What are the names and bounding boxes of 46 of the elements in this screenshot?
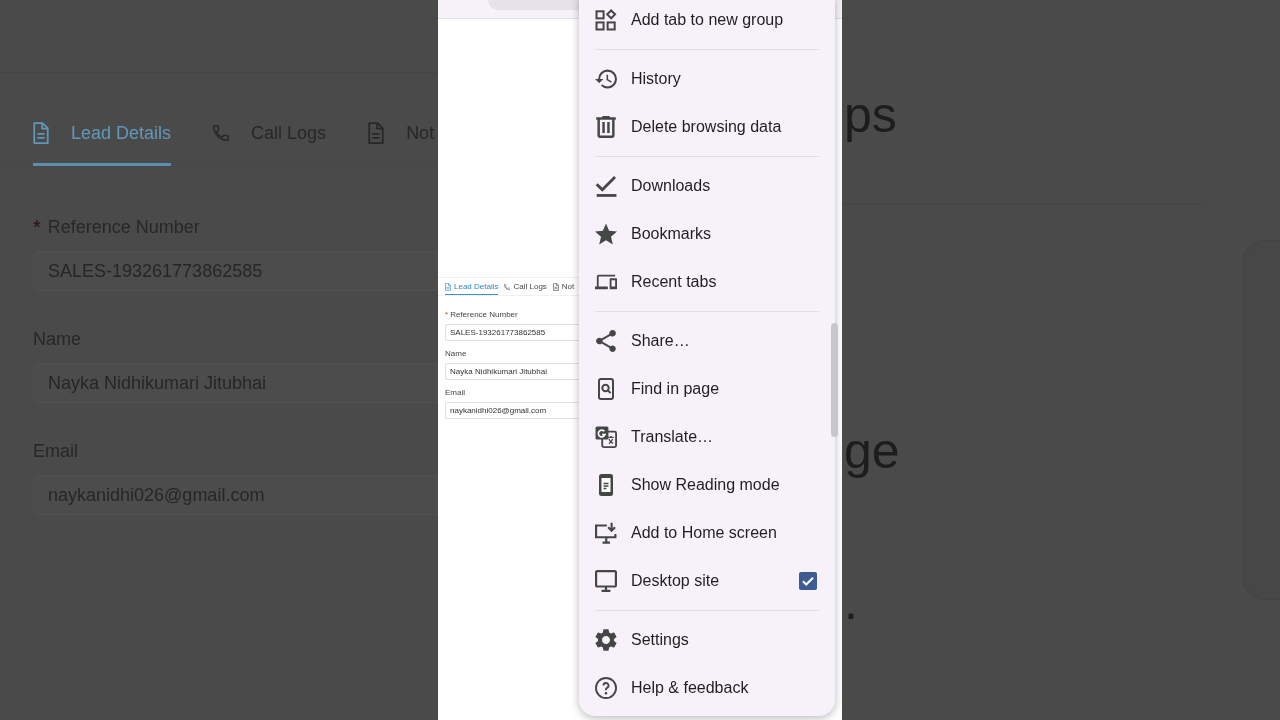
settings-icon <box>595 629 617 651</box>
screen-download-icon <box>595 522 617 544</box>
menu-item[interactable]: Share… <box>579 317 835 365</box>
menu-item[interactable]: Translate… <box>579 413 835 461</box>
document-icon <box>33 122 49 144</box>
help-icon <box>595 677 617 699</box>
document-icon <box>445 282 451 291</box>
text-fragment: . <box>844 573 858 632</box>
menu-item[interactable]: Desktop site <box>579 557 835 605</box>
trash-icon <box>595 116 617 138</box>
shapes-grid-icon <box>595 9 617 31</box>
field-label: Email <box>445 388 465 398</box>
scrollbar-thumb[interactable] <box>831 323 838 437</box>
menu-item[interactable]: Add tab to new group <box>579 0 835 44</box>
menu-item[interactable]: Add to Home screen <box>579 509 835 557</box>
share-icon <box>595 330 617 352</box>
menu-item[interactable]: Show Reading mode <box>579 461 835 509</box>
history-icon <box>595 68 617 90</box>
required-mark: * <box>33 215 41 239</box>
menu-item[interactable]: Find in page <box>579 365 835 413</box>
menu-item[interactable]: Recent tabs <box>579 258 835 306</box>
field-label: Name <box>445 349 467 359</box>
star-icon <box>595 223 617 245</box>
document-icon <box>552 282 559 291</box>
tick-underline-icon <box>595 175 617 197</box>
text-field[interactable]: SALES-193261773862585 <box>445 324 579 341</box>
checkbox[interactable] <box>799 572 817 590</box>
tab[interactable]: Call Logs <box>504 281 547 295</box>
tab[interactable]: Lead Details <box>445 281 499 295</box>
document-icon <box>368 122 385 144</box>
translate-icon <box>595 426 617 448</box>
menu-item[interactable]: Delete browsing data <box>579 103 835 151</box>
required-mark: * <box>445 310 449 320</box>
menu-item[interactable]: Help & feedback <box>579 664 835 712</box>
menu-item[interactable]: Downloads <box>579 162 835 210</box>
tab[interactable]: Not <box>552 281 575 295</box>
phone-handset-icon <box>213 122 230 144</box>
field-label: Reference Number <box>450 310 518 320</box>
page-search-icon <box>595 378 617 400</box>
text-field[interactable]: naykanidhi026@gmail.com <box>445 402 579 419</box>
monitor-icon <box>595 570 617 592</box>
menu-item[interactable]: History <box>579 55 835 103</box>
menu-item[interactable]: Settings <box>579 616 835 664</box>
text-field[interactable]: Nayka Nidhikumari Jitubhai <box>445 363 579 380</box>
menu-item[interactable]: Bookmarks <box>579 210 835 258</box>
phone-handset-icon <box>504 282 511 291</box>
